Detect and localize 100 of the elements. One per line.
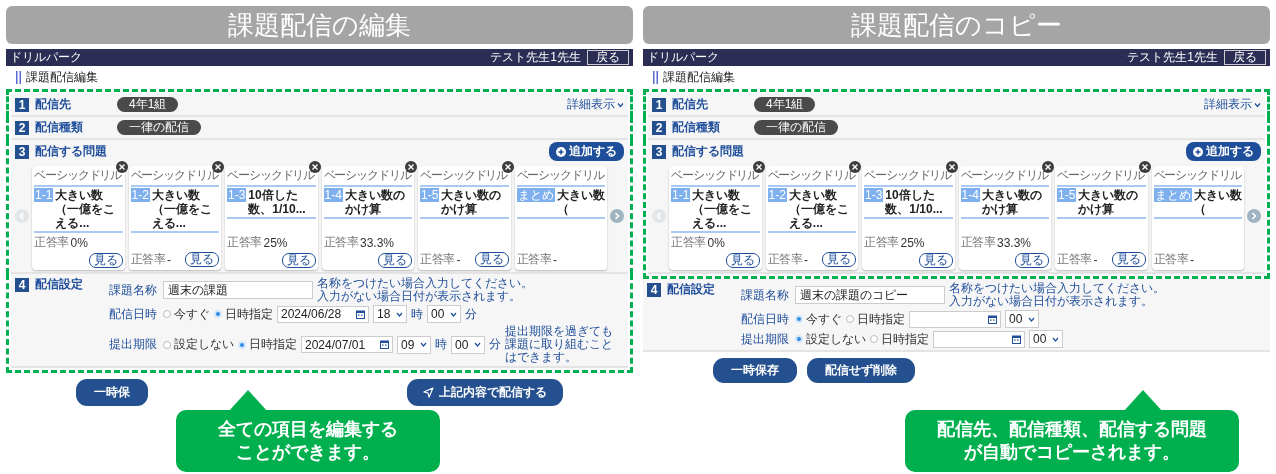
hour-select[interactable]: 00 <box>1029 330 1063 348</box>
view-button[interactable]: 見る <box>88 253 123 268</box>
radio-option[interactable]: 今すぐ <box>795 310 842 328</box>
problem-card[interactable]: ベーシックドリル 1-1 大きい数（一億をこえる... 正答率 0% 見る <box>32 166 125 270</box>
field-label: 配信日時 <box>741 310 790 328</box>
card-category: ベーシックドリル <box>420 167 509 184</box>
view-button[interactable]: 見る <box>474 252 509 267</box>
section-label: 配信先 <box>35 96 72 113</box>
section-label: 配信種類 <box>35 119 84 136</box>
radio-option[interactable]: 日時指定 <box>870 330 929 348</box>
rate-label: 正答率 <box>420 251 455 268</box>
view-button[interactable]: 見る <box>281 253 316 268</box>
close-icon[interactable] <box>308 161 321 173</box>
date-input[interactable]: 2024/06/28 <box>277 305 369 323</box>
chevron-icon <box>420 342 427 347</box>
name-input[interactable]: 週末の課題 <box>163 281 313 299</box>
action-button[interactable]: 一時保 <box>76 379 148 406</box>
radio-option[interactable]: 日時指定 <box>214 305 273 323</box>
problem-card[interactable]: ベーシックドリル 1-1 大きい数（一億をこえる... 正答率 0% 見る <box>669 166 762 270</box>
hint-text: 提出期限を過ぎても <box>505 325 614 338</box>
radio-option[interactable]: 今すぐ <box>163 305 210 323</box>
view-button[interactable]: 見る <box>1111 252 1146 267</box>
card-title: 大きい数（ <box>556 188 605 216</box>
card-title: 10倍した数、1/10... <box>248 188 307 216</box>
calendar-icon <box>380 340 389 349</box>
unit-tag: 1-4 <box>960 188 980 202</box>
radio-option[interactable]: 日時指定 <box>846 310 905 328</box>
date-input[interactable] <box>933 330 1025 348</box>
hint-text: 入力がない場合日付が表示されます。 <box>317 290 521 303</box>
view-button[interactable]: 見る <box>918 253 953 268</box>
section-number: 1 <box>652 97 666 112</box>
details-link[interactable]: 詳細表示 <box>1204 96 1252 113</box>
name-input[interactable]: 週末の課題のコピー <box>795 286 945 304</box>
problem-card[interactable]: ベーシックドリル 1-2 大きい数（一億をこえる... 正答率 - 見る <box>765 166 858 270</box>
problem-card[interactable]: ベーシックドリル まとめ 大きい数（ 正答率 - <box>1151 166 1244 270</box>
view-button[interactable]: 見る <box>725 253 760 268</box>
view-button[interactable]: 見る <box>1015 253 1049 268</box>
problem-card[interactable]: ベーシックドリル 1-2 大きい数（一億をこえる... 正答率 - 見る <box>128 166 221 270</box>
card-category: ベーシックドリル <box>516 167 605 184</box>
date-input[interactable]: 2024/07/01 <box>301 336 393 353</box>
problem-card[interactable]: ベーシックドリル 1-5 大きい数のかけ算 正答率 - 見る <box>418 166 511 270</box>
card-title: 大きい数（一億をこえる... <box>55 188 117 230</box>
card-category: ベーシックドリル <box>323 167 412 184</box>
action-button[interactable]: 配信せず削除 <box>807 358 915 383</box>
hour-select[interactable]: 00 <box>1005 310 1039 328</box>
section-label: 配信種類 <box>672 119 721 136</box>
close-icon[interactable] <box>212 161 224 173</box>
section-number: 4 <box>15 277 29 292</box>
close-icon[interactable] <box>115 161 128 173</box>
back-button[interactable]: 戻る <box>587 50 629 65</box>
date-input[interactable] <box>909 310 1001 328</box>
unit-tag: まとめ <box>1153 188 1192 202</box>
calendar-icon <box>988 314 997 324</box>
banner-title: 課題配信のコピー <box>643 6 1270 44</box>
rate-value: - <box>1190 252 1194 267</box>
value-chip: 一律の配信 <box>117 120 201 135</box>
view-button[interactable]: 見る <box>822 252 856 267</box>
add-button[interactable]: 追加する <box>1186 142 1261 161</box>
problem-card[interactable]: ベーシックドリル まとめ 大きい数（ 正答率 - <box>514 166 607 270</box>
action-button[interactable]: 上記内容で配信する <box>407 379 563 406</box>
unit-text: 分 <box>489 336 501 353</box>
close-icon[interactable] <box>405 161 417 173</box>
close-icon[interactable] <box>501 161 514 173</box>
section-label: 配信設定 <box>667 281 716 298</box>
problem-card[interactable]: ベーシックドリル 1-3 10倍した数、1/10... 正答率 25% 見る <box>862 166 955 270</box>
radio-option[interactable]: 設定しない <box>795 330 866 348</box>
card-category: ベーシックドリル <box>227 167 316 184</box>
rate-label: 正答率 <box>34 234 69 251</box>
close-icon[interactable] <box>849 161 861 173</box>
title-bar-icon <box>16 71 21 84</box>
add-button[interactable]: 追加する <box>549 142 624 161</box>
rate-label: 正答率 <box>1153 251 1188 268</box>
rate-label: 正答率 <box>1057 251 1092 268</box>
close-icon[interactable] <box>1138 161 1151 173</box>
rate-label: 正答率 <box>864 234 899 251</box>
unit-tag: まとめ <box>516 188 555 202</box>
rate-value: 25% <box>900 235 925 250</box>
view-button[interactable]: 見る <box>378 253 412 268</box>
details-link[interactable]: 詳細表示 <box>567 96 615 113</box>
view-button[interactable]: 見る <box>185 252 219 267</box>
hour-select[interactable]: 18 <box>373 305 407 323</box>
unit-tag: 1-4 <box>323 188 343 202</box>
action-button[interactable]: 一時保存 <box>713 358 797 383</box>
value-chip: 4年1組 <box>117 97 179 112</box>
close-icon[interactable] <box>945 161 958 173</box>
back-button[interactable]: 戻る <box>1224 50 1266 65</box>
close-icon[interactable] <box>752 161 765 173</box>
minute-select[interactable]: 00 <box>451 335 485 354</box>
radio-option[interactable]: 設定しない <box>163 336 234 353</box>
radio-option[interactable]: 日時指定 <box>238 336 297 353</box>
problem-card[interactable]: ベーシックドリル 1-5 大きい数のかけ算 正答率 - 見る <box>1055 166 1148 270</box>
problem-card[interactable]: ベーシックドリル 1-3 10倍した数、1/10... 正答率 25% 見る <box>225 166 318 270</box>
hint-text: 入力がない場合日付が表示されます。 <box>949 295 1153 308</box>
close-icon[interactable] <box>1042 161 1054 173</box>
field-label: 課題名称 <box>741 286 790 304</box>
rate-label: 正答率 <box>130 251 165 268</box>
card-title: 大きい数のかけ算 <box>1078 188 1140 216</box>
hour-select[interactable]: 09 <box>397 335 431 354</box>
section-label: 配信設定 <box>35 276 84 293</box>
minute-select[interactable]: 00 <box>427 305 461 323</box>
